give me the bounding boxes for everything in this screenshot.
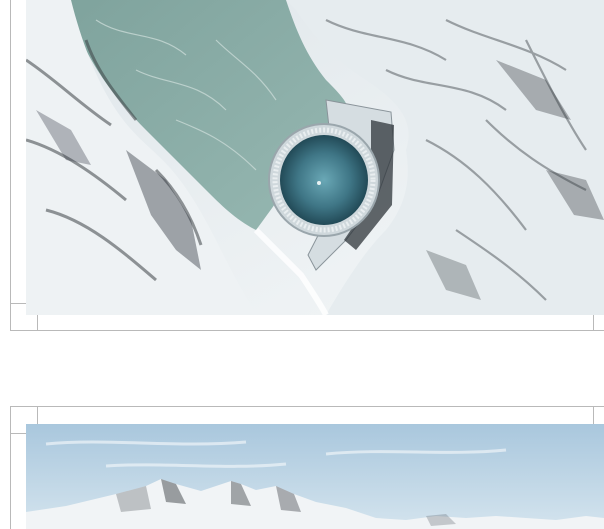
crop-mark-bottom-right-v	[593, 315, 594, 331]
crop-line-bottom	[10, 330, 604, 331]
aerial-reservoir-photo	[26, 0, 604, 315]
crop-mark-bottom-left-h	[10, 303, 26, 304]
crop-mark-top-right-v	[593, 406, 594, 424]
photo-card-bottom	[10, 406, 604, 529]
photo-card-top	[10, 0, 604, 331]
crop-mark-bottom-left-v	[37, 315, 38, 331]
crop-line-left	[10, 406, 11, 529]
mountain-range-photo	[26, 424, 604, 529]
crop-mark-top-left-v	[37, 406, 38, 424]
crop-line-left	[10, 0, 11, 331]
crop-line-top	[10, 406, 604, 407]
crop-mark-top-left-h	[10, 433, 26, 434]
